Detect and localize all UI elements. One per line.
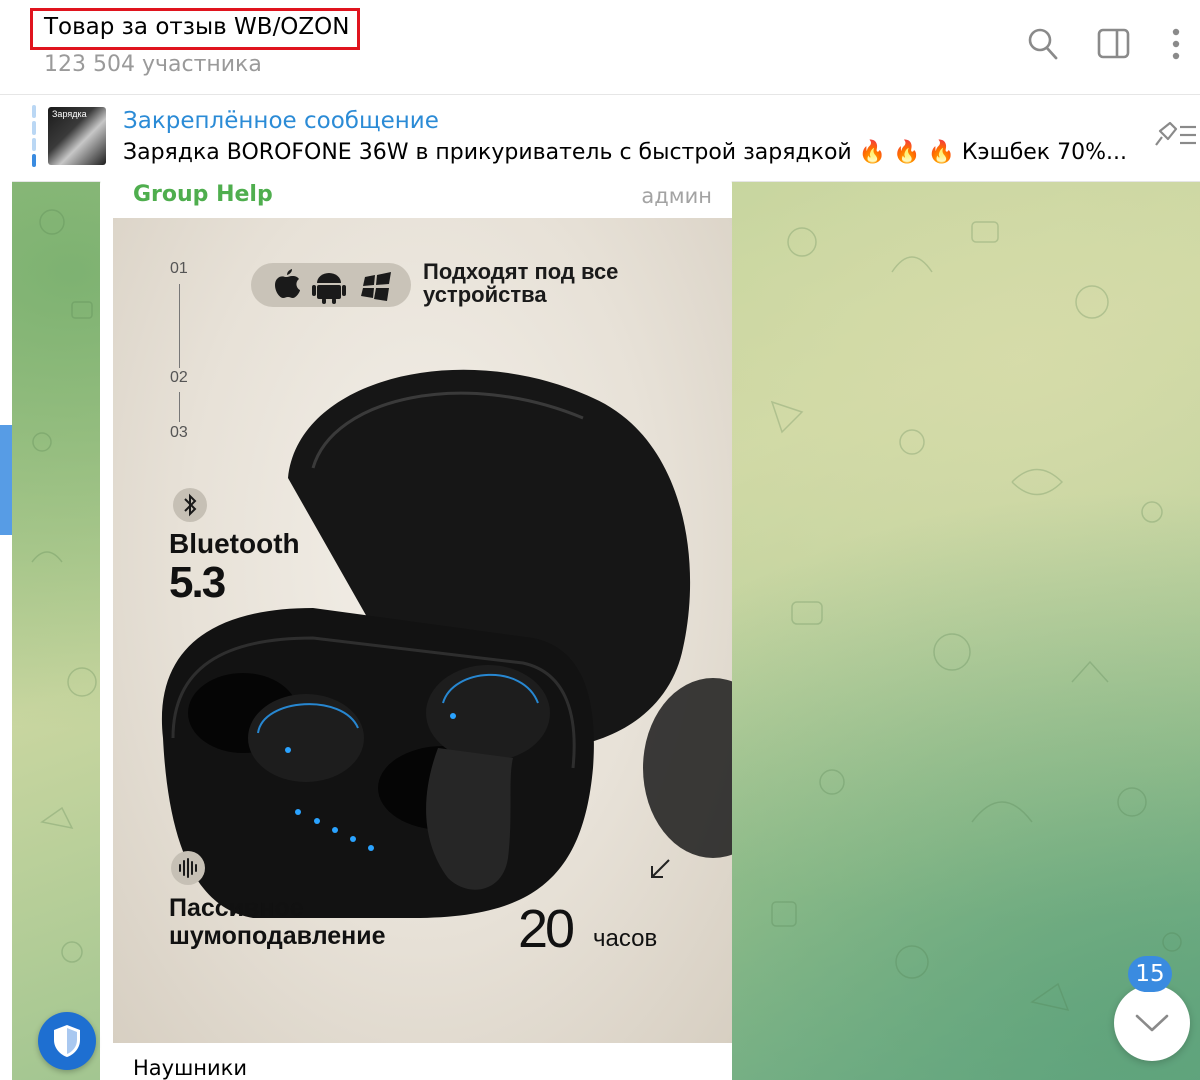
message-caption: Наушники <box>133 1056 248 1080</box>
pin-list-icon[interactable] <box>1152 119 1198 156</box>
unread-count-badge: 15 <box>1128 956 1172 992</box>
sidebar-toggle-icon[interactable] <box>1097 26 1131 67</box>
chevron-down-icon <box>1134 1011 1170 1040</box>
pinned-title: Закреплённое сообщение <box>123 108 439 134</box>
scroll-down-button[interactable] <box>1114 985 1190 1061</box>
step-label: 01 <box>170 260 188 277</box>
bluetooth-label: Bluetooth <box>169 528 300 559</box>
os-compatibility-pill <box>251 263 411 307</box>
noise-line: Пассивное <box>169 894 304 922</box>
chat-header: Товар за отзыв WB/OZON 123 504 участника <box>0 0 1200 95</box>
shield-button[interactable] <box>38 1012 96 1070</box>
devices-line: устройства <box>423 282 547 307</box>
left-panel-accent <box>0 425 12 535</box>
noise-line: шумоподавление <box>169 922 386 950</box>
sender-name[interactable]: Group Help <box>133 182 273 207</box>
member-count: 123 504 участника <box>44 52 262 77</box>
message-photo[interactable]: 01 02 03 Подходят под все устройства Blu… <box>113 218 732 1043</box>
shield-icon <box>51 1023 83 1064</box>
chat-title[interactable]: Товар за отзыв WB/OZON <box>44 14 349 40</box>
message-bubble[interactable]: Group Help админ 01 02 03 Подходят под в… <box>100 174 732 1080</box>
left-panel-edge <box>0 0 12 1080</box>
search-icon[interactable] <box>1027 26 1059 67</box>
audio-wave-icon <box>171 851 205 885</box>
pinned-message-bar[interactable]: Зарядка Закреплённое сообщение Зарядка B… <box>12 95 1200 182</box>
devices-line: Подходят под все <box>423 259 619 284</box>
bluetooth-version: 5.3 <box>169 558 226 607</box>
devices-text: Подходят под все устройства <box>423 260 618 306</box>
battery-hours-value: 20 <box>518 899 575 959</box>
earbuds-illustration <box>161 369 732 918</box>
pinned-indicator <box>32 105 36 167</box>
apple-icon <box>275 269 300 298</box>
noise-cancel-text: Пассивное шумоподавление <box>169 894 386 950</box>
bluetooth-icon <box>173 488 207 522</box>
pinned-thumbnail-label: Зарядка <box>52 109 87 119</box>
battery-hours-unit: часов <box>593 925 658 952</box>
pinned-text: Зарядка BOROFONE 36W в прикуриватель с б… <box>123 140 1127 165</box>
pinned-thumbnail: Зарядка <box>48 107 106 165</box>
windows-icon <box>361 272 391 301</box>
android-icon <box>312 273 346 304</box>
more-vertical-icon[interactable] <box>1170 26 1182 67</box>
arrow-down-left-icon <box>647 856 673 887</box>
admin-badge: админ <box>641 184 712 208</box>
